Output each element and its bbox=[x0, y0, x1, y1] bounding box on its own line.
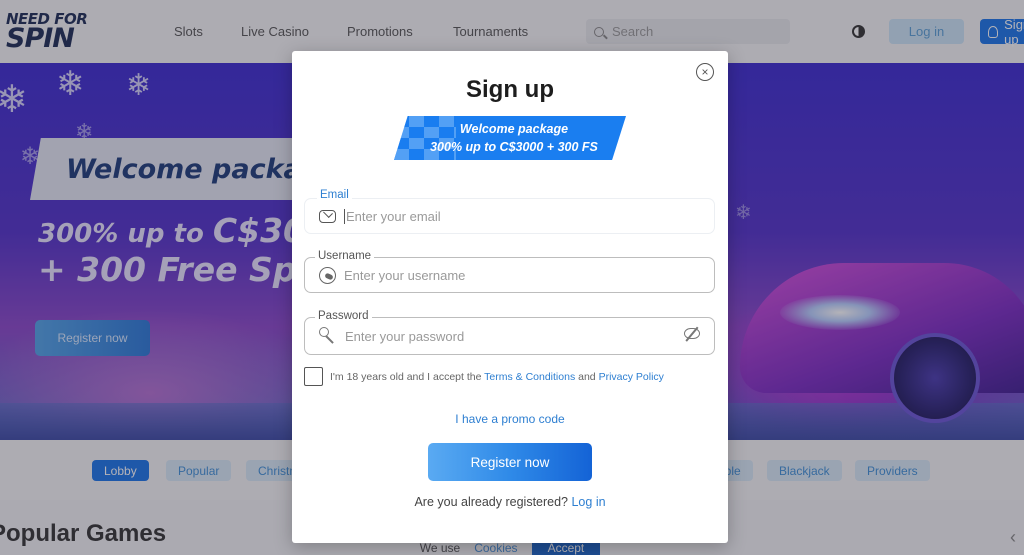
terms-prefix: I'm 18 years old and I accept the bbox=[330, 370, 485, 383]
mail-icon bbox=[319, 209, 336, 223]
username-field[interactable]: Username bbox=[304, 249, 715, 293]
promo-code-link[interactable]: I have a promo code bbox=[292, 412, 728, 426]
welcome-promo-banner: Welcome package 300% up to C$3000 + 300 … bbox=[394, 116, 626, 160]
user-badge-icon bbox=[319, 266, 336, 284]
modal-title: Sign up bbox=[466, 76, 554, 103]
age-terms-checkbox[interactable] bbox=[304, 367, 323, 386]
login-link[interactable]: Log in bbox=[571, 495, 605, 509]
privacy-policy-link[interactable]: Privacy Policy bbox=[599, 371, 664, 383]
key-icon bbox=[319, 327, 337, 345]
promo-line1: Welcome package bbox=[459, 122, 569, 136]
promo-line2: 300% up to C$3000 + 300 FS bbox=[430, 140, 598, 154]
email-input[interactable] bbox=[344, 208, 674, 224]
username-label: Username bbox=[315, 249, 375, 263]
username-input[interactable] bbox=[344, 267, 674, 283]
register-button[interactable]: Register now bbox=[428, 443, 592, 481]
terms-conditions-link[interactable]: Terms & Conditions bbox=[484, 371, 575, 383]
password-input[interactable] bbox=[345, 328, 675, 344]
email-field[interactable]: Email bbox=[304, 188, 715, 234]
signup-modal: × Sign up Welcome package 300% up to C$3… bbox=[292, 51, 728, 543]
terms-text: I'm 18 years old and I accept the Terms … bbox=[330, 371, 664, 383]
terms-row: I'm 18 years old and I accept the Terms … bbox=[304, 367, 664, 386]
already-registered: Are you already registered? Log in bbox=[292, 495, 728, 509]
already-text: Are you already registered? bbox=[414, 495, 572, 509]
password-label: Password bbox=[315, 309, 372, 323]
eye-slash-icon[interactable] bbox=[684, 328, 700, 339]
password-field[interactable]: Password bbox=[304, 309, 715, 355]
email-label: Email bbox=[317, 188, 352, 202]
terms-middle: and bbox=[575, 370, 599, 383]
